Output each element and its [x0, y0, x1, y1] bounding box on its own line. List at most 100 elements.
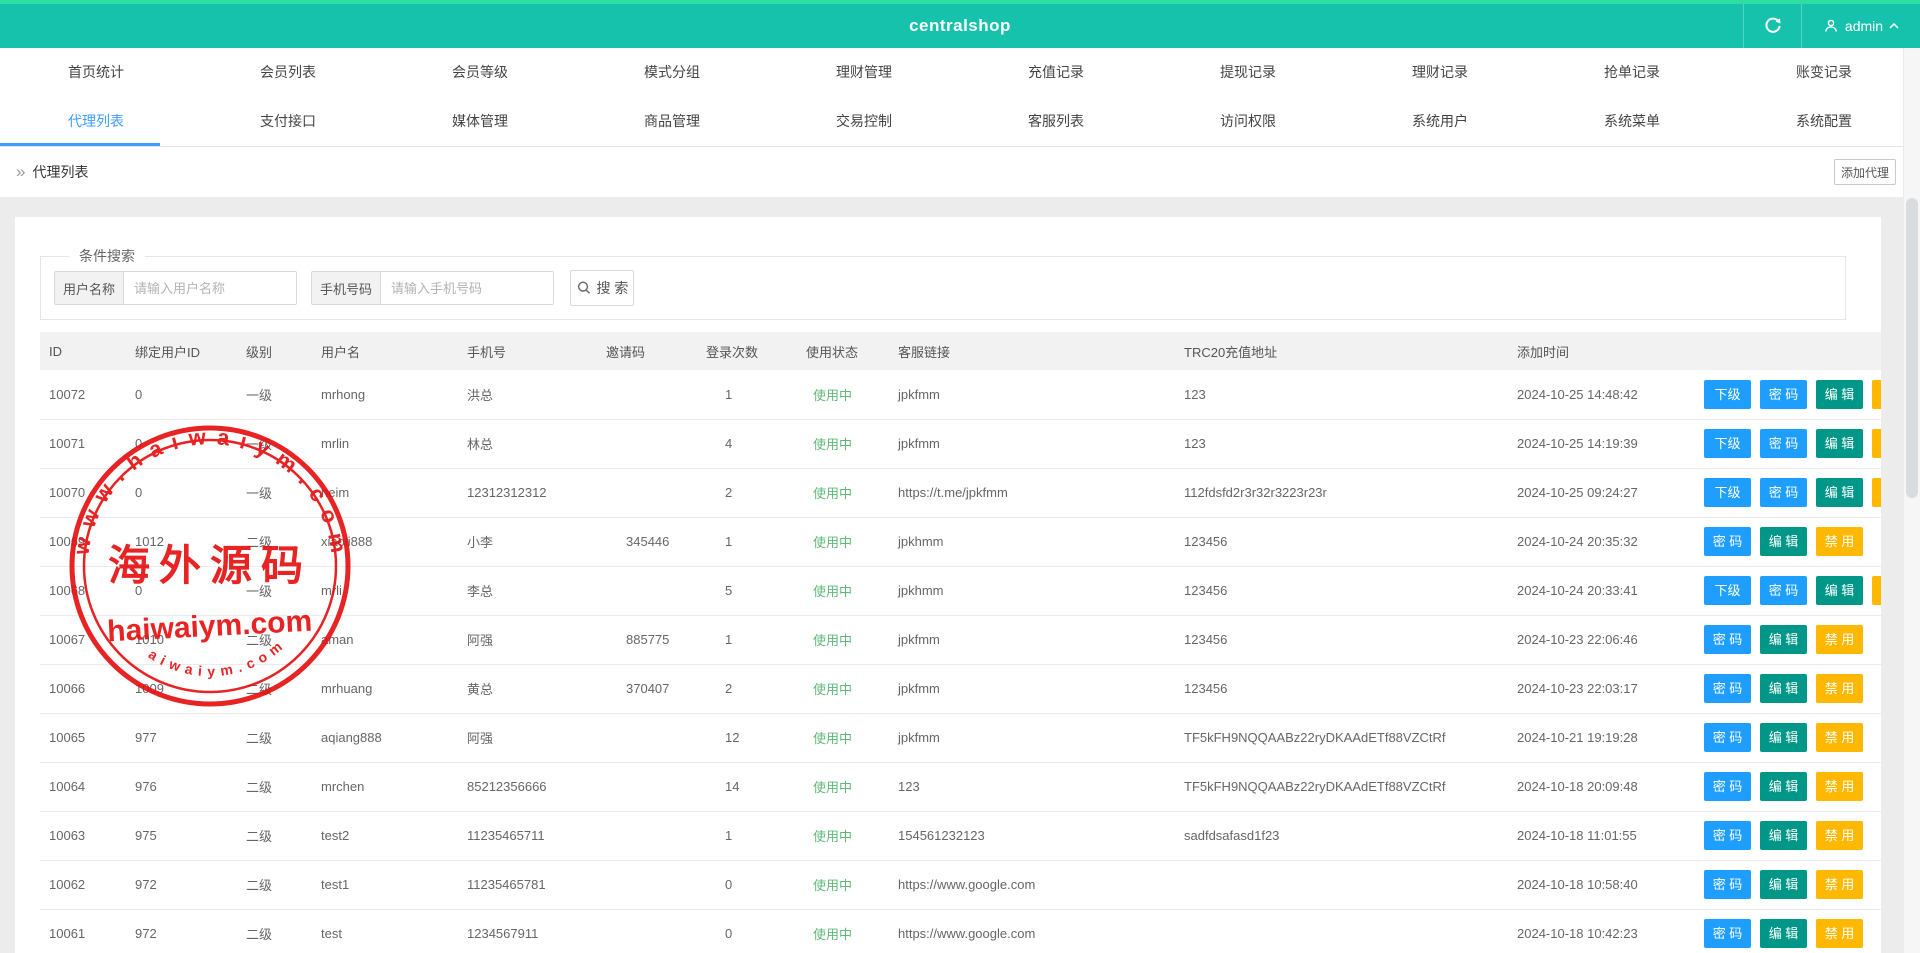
admin-menu[interactable]: admin	[1802, 4, 1920, 48]
cell-status: 使用中	[797, 909, 889, 953]
page-scrollbar[interactable]	[1903, 48, 1920, 953]
action-pwd-button[interactable]: 密 码	[1760, 380, 1807, 409]
action-disable-button[interactable]: 禁 用	[1816, 674, 1863, 703]
nav-item[interactable]: 商品管理	[576, 97, 768, 146]
cell-id: 10070	[40, 468, 126, 517]
column-header-username: 用户名	[312, 332, 458, 370]
cell-service_link: jpkfmm	[889, 664, 1175, 713]
action-edit-button[interactable]: 编 辑	[1760, 674, 1807, 703]
nav-item[interactable]: 模式分组	[576, 48, 768, 97]
action-edit-button[interactable]: 编 辑	[1816, 478, 1863, 507]
action-edit-button[interactable]: 编 辑	[1816, 380, 1863, 409]
cell-id: 10067	[40, 615, 126, 664]
nav-item[interactable]: 理财管理	[768, 48, 960, 97]
table-row: 10064976二级mrchen8521235666614使用中123TF5kF…	[40, 762, 1881, 811]
nav-item[interactable]: 系统菜单	[1536, 97, 1728, 146]
scrollbar-thumb[interactable]	[1906, 198, 1918, 498]
nav-item[interactable]: 访问权限	[1152, 97, 1344, 146]
action-edit-button[interactable]: 编 辑	[1816, 576, 1863, 605]
table-row: 100691012二级xiaoli888小李3454461使用中jpkhmm12…	[40, 517, 1881, 566]
cell-actions: 下级密 码编 辑禁 用	[1690, 468, 1881, 517]
action-edit-button[interactable]: 编 辑	[1760, 723, 1807, 752]
action-pwd-button[interactable]: 密 码	[1760, 429, 1807, 458]
action-pwd-button[interactable]: 密 码	[1704, 527, 1751, 556]
nav-item[interactable]: 媒体管理	[384, 97, 576, 146]
action-pwd-button[interactable]: 密 码	[1760, 478, 1807, 507]
nav-item[interactable]: 理财记录	[1344, 48, 1536, 97]
cell-service_link: 154561232123	[889, 811, 1175, 860]
cell-status: 使用中	[797, 762, 889, 811]
action-edit-button[interactable]: 编 辑	[1816, 429, 1863, 458]
cell-trc20: 123456	[1175, 517, 1508, 566]
action-pwd-button[interactable]: 密 码	[1704, 772, 1751, 801]
nav-item[interactable]: 系统配置	[1728, 97, 1920, 146]
action-pwd-button[interactable]: 密 码	[1704, 625, 1751, 654]
action-pwd-button[interactable]: 密 码	[1704, 870, 1751, 899]
nav-item[interactable]: 系统用户	[1344, 97, 1536, 146]
cell-bind_id: 975	[126, 811, 237, 860]
nav-item-active[interactable]: 代理列表	[0, 97, 192, 146]
action-edit-button[interactable]: 编 辑	[1760, 772, 1807, 801]
nav-item[interactable]: 会员列表	[192, 48, 384, 97]
cell-bind_id: 0	[126, 468, 237, 517]
username-input[interactable]	[124, 272, 296, 304]
action-edit-button[interactable]: 编 辑	[1760, 527, 1807, 556]
action-disable-button[interactable]: 禁 用	[1816, 527, 1863, 556]
action-sub-button[interactable]: 下级	[1704, 478, 1751, 507]
action-sub-button[interactable]: 下级	[1704, 380, 1751, 409]
action-disable-button[interactable]: 禁 用	[1816, 625, 1863, 654]
action-disable-button[interactable]: 禁 用	[1816, 919, 1863, 948]
nav-item[interactable]: 支付接口	[192, 97, 384, 146]
action-edit-button[interactable]: 编 辑	[1760, 870, 1807, 899]
action-pwd-button[interactable]: 密 码	[1704, 919, 1751, 948]
cell-invite_code: 370407	[597, 664, 697, 713]
nav-item[interactable]: 交易控制	[768, 97, 960, 146]
action-disable-button[interactable]: 禁 用	[1816, 870, 1863, 899]
nav-item[interactable]: 首页统计	[0, 48, 192, 97]
cell-login_count: 1	[697, 811, 797, 860]
nav-item[interactable]: 充值记录	[960, 48, 1152, 97]
action-pwd-button[interactable]: 密 码	[1760, 576, 1807, 605]
nav-item[interactable]: 客服列表	[960, 97, 1152, 146]
action-edit-button[interactable]: 编 辑	[1760, 919, 1807, 948]
nav-item[interactable]: 提现记录	[1152, 48, 1344, 97]
nav-item[interactable]: 抢单记录	[1536, 48, 1728, 97]
action-edit-button[interactable]: 编 辑	[1760, 821, 1807, 850]
nav-item[interactable]: 账变记录	[1728, 48, 1920, 97]
cell-status: 使用中	[797, 664, 889, 713]
action-pwd-button[interactable]: 密 码	[1704, 674, 1751, 703]
action-sub-button[interactable]: 下级	[1704, 576, 1751, 605]
action-disable-button[interactable]: 禁 用	[1872, 478, 1881, 507]
add-agent-button[interactable]: 添加代理	[1834, 159, 1896, 185]
column-header-trc20: TRC20充值地址	[1175, 332, 1508, 370]
cell-invite_code: 885775	[597, 615, 697, 664]
cell-bind_id: 977	[126, 713, 237, 762]
action-disable-button[interactable]: 禁 用	[1816, 723, 1863, 752]
action-disable-button[interactable]: 禁 用	[1872, 380, 1881, 409]
action-pwd-button[interactable]: 密 码	[1704, 821, 1751, 850]
refresh-button[interactable]	[1744, 4, 1801, 48]
cell-trc20	[1175, 860, 1508, 909]
cell-phone: 阿强	[458, 713, 597, 762]
action-disable-button[interactable]: 禁 用	[1816, 772, 1863, 801]
cell-username: mrlin	[312, 419, 458, 468]
cell-bind_id: 0	[126, 419, 237, 468]
action-disable-button[interactable]: 禁 用	[1872, 429, 1881, 458]
cell-status: 使用中	[797, 713, 889, 762]
cell-added_time: 2024-10-25 14:19:39	[1508, 419, 1690, 468]
cell-username: mrhuang	[312, 664, 458, 713]
action-edit-button[interactable]: 编 辑	[1760, 625, 1807, 654]
action-sub-button[interactable]: 下级	[1704, 429, 1751, 458]
cell-status: 使用中	[797, 419, 889, 468]
nav-item[interactable]: 会员等级	[384, 48, 576, 97]
cell-trc20: sadfdsafasd1f23	[1175, 811, 1508, 860]
action-pwd-button[interactable]: 密 码	[1704, 723, 1751, 752]
search-button[interactable]: 搜 索	[570, 270, 634, 306]
action-disable-button[interactable]: 禁 用	[1816, 821, 1863, 850]
column-header-level: 级别	[237, 332, 312, 370]
column-header-phone: 手机号	[458, 332, 597, 370]
phone-input[interactable]	[381, 272, 553, 304]
action-disable-button[interactable]: 禁 用	[1872, 576, 1881, 605]
admin-username: admin	[1845, 18, 1883, 34]
cell-phone: 小李	[458, 517, 597, 566]
